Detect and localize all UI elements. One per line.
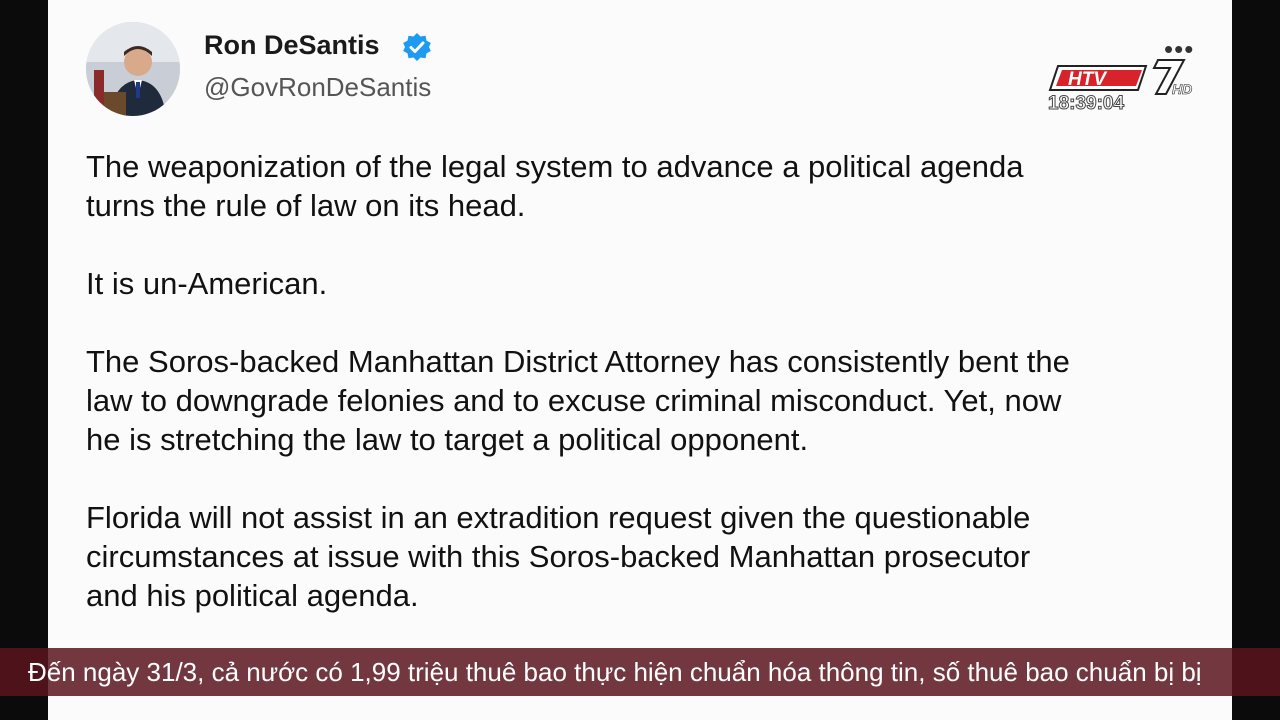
tweet-card-bottom (48, 696, 1232, 720)
svg-text:HD: HD (1172, 81, 1192, 97)
tweet-paragraph: The Soros-backed Manhattan District Atto… (86, 344, 1070, 457)
video-frame-right (1232, 0, 1280, 720)
tweet-paragraph: The weaponization of the legal system to… (86, 149, 1024, 223)
verified-badge-icon (403, 33, 431, 61)
htv7-logo-icon: HTV HD (1048, 59, 1193, 97)
avatar[interactable] (86, 22, 180, 116)
tweet-body: The weaponization of the legal system to… (86, 147, 1216, 654)
broadcast-clock: 18:39:04 (1047, 93, 1125, 115)
user-handle[interactable]: @GovRonDeSantis (204, 72, 431, 103)
video-frame-left (0, 0, 48, 720)
tweet-paragraph: Florida will not assist in an extraditio… (86, 500, 1031, 613)
svg-text:HTV: HTV (1068, 69, 1107, 90)
display-name[interactable]: Ron DeSantis (204, 30, 380, 61)
news-ticker: Đến ngày 31/3, cả nước có 1,99 triệu thu… (0, 648, 1280, 696)
avatar-photo (86, 22, 180, 116)
ticker-text: Đến ngày 31/3, cả nước có 1,99 triệu thu… (28, 657, 1202, 687)
tweet-paragraph: It is un-American. (86, 266, 328, 301)
